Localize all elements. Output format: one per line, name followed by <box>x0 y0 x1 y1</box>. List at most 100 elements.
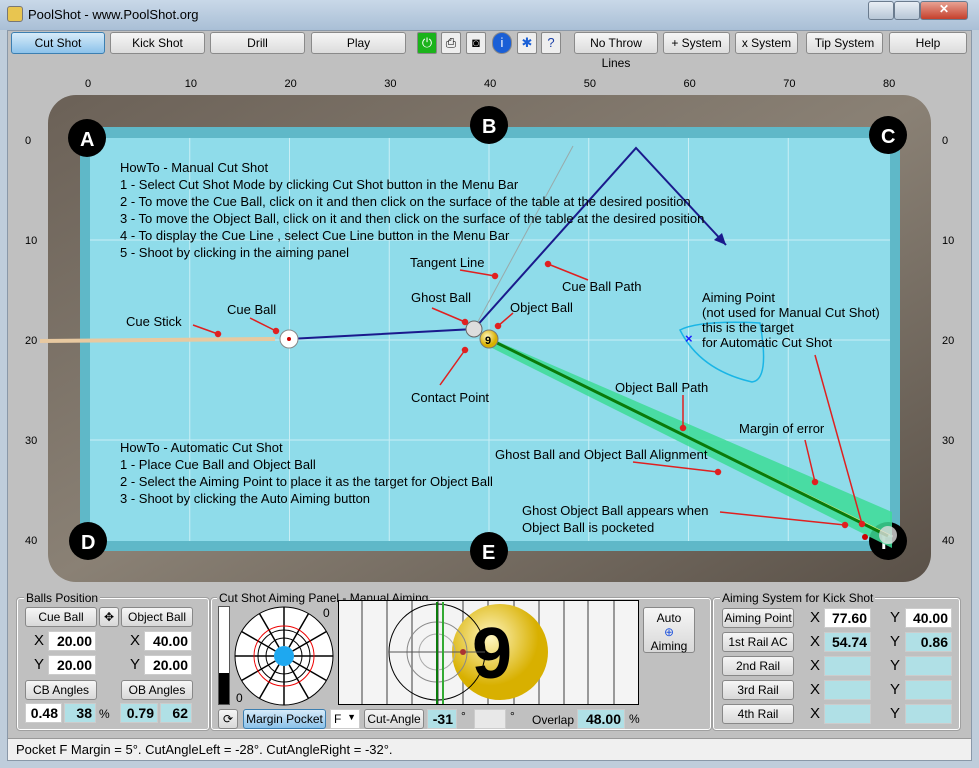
kick-y-field[interactable] <box>905 704 952 724</box>
overlap-field[interactable]: 48.00 <box>577 709 625 729</box>
kick-x-field[interactable]: 77.60 <box>824 608 871 628</box>
kick-y-field[interactable] <box>905 680 952 700</box>
blank-angle-field[interactable] <box>474 709 506 729</box>
ball-number: 9 <box>472 614 512 694</box>
text-line: Ghost Object Ball appears when <box>522 503 708 518</box>
arrowhead <box>461 346 469 354</box>
y-tick-label-right: 40 <box>942 535 954 547</box>
cut-angle-field[interactable]: -31 <box>427 709 457 729</box>
pocket-label: E <box>482 542 495 564</box>
text-line: 3 - Shoot by clicking the Auto Aiming bu… <box>120 491 370 506</box>
degree-label-2: ° <box>510 709 515 723</box>
object-ball-y-field[interactable]: 20.00 <box>144 655 192 675</box>
text-line: 5 - Shoot by clicking in the aiming pane… <box>120 245 349 260</box>
cb-angles-button[interactable]: CB Angles <box>25 680 97 700</box>
y-tick-label-left: 40 <box>25 535 37 547</box>
cut-angle-button[interactable]: Cut-Angle <box>364 709 424 729</box>
aiming-point-icon[interactable]: × <box>685 331 693 346</box>
status-bar: Pocket F Margin = 5°. CutAngleLeft = -28… <box>8 738 971 760</box>
x-tick-label: 30 <box>384 78 396 90</box>
cue-stick[interactable] <box>39 337 276 343</box>
arrowhead <box>811 478 819 486</box>
auto-label: Auto <box>656 611 682 625</box>
label-cue-ball: Cue Ball <box>227 302 276 317</box>
pocket-label: B <box>482 116 496 138</box>
auto-aiming-button[interactable]: Auto ⊕ Aiming <box>643 607 695 653</box>
margin-pocket-button[interactable]: Margin Pocket <box>243 709 326 729</box>
label-tangent-line: Tangent Line <box>410 255 484 270</box>
refresh-icon[interactable]: ⟳ <box>218 709 238 729</box>
kick-x-field[interactable] <box>824 680 871 700</box>
y-tick-label-left: 10 <box>25 235 37 247</box>
pool-table[interactable]: 0 10 20 30 40 50 60 70 80 0 0 10 10 20 20 30 30 40 40 A B C D… <box>0 0 979 590</box>
arrowhead <box>841 521 849 529</box>
kick-x-label: X <box>810 609 821 626</box>
kick-x-field[interactable]: 54.74 <box>824 632 871 652</box>
x-tick-label: 50 <box>584 78 596 90</box>
cue-ball-center <box>287 337 291 341</box>
cb-y-label: Y <box>34 656 45 673</box>
y-tick-label-left: 0 <box>25 135 31 147</box>
kick-y-field[interactable] <box>905 656 952 676</box>
overlap-view[interactable]: 9 <box>338 600 640 706</box>
label-object-ball: Object Ball <box>510 300 573 315</box>
text-line: 4 - To display the Cue Line , select Cue… <box>120 228 510 243</box>
pocket-label: C <box>881 126 895 148</box>
kick-row-button[interactable]: 3rd Rail <box>722 680 794 700</box>
text-line: HowTo - Automatic Cut Shot <box>120 440 283 455</box>
kick-x-field[interactable] <box>824 656 871 676</box>
arrowhead <box>491 272 499 280</box>
overlap-percent: % <box>629 712 640 726</box>
label-contact-point: Contact Point <box>411 390 489 405</box>
kick-y-field[interactable]: 40.00 <box>905 608 952 628</box>
text-line: 1 - Place Cue Ball and Object Ball <box>120 457 316 472</box>
y-tick-label-right: 0 <box>942 135 948 147</box>
text-line: Object Ball is pocketed <box>522 520 654 535</box>
text-line: HowTo - Manual Cut Shot <box>120 160 269 175</box>
kick-x-label: X <box>810 705 821 722</box>
arrowhead <box>714 468 722 476</box>
arrowhead <box>272 327 280 335</box>
ghost-ball <box>465 320 483 338</box>
kick-x-field[interactable] <box>824 704 871 724</box>
kick-y-label: Y <box>890 705 901 722</box>
label-ghost-ball: Ghost Ball <box>411 290 471 305</box>
cue-tip-selector[interactable] <box>233 605 335 707</box>
ob-angles-button[interactable]: OB Angles <box>121 680 193 700</box>
crosshair-icon: ⊕ <box>663 625 675 639</box>
power-bar[interactable] <box>218 606 230 705</box>
pocket-target-dot <box>862 534 868 540</box>
kick-x-label: X <box>810 633 821 650</box>
kick-system-title: Aiming System for Kick Shot <box>720 591 876 605</box>
pocket-select[interactable]: F ▼ <box>330 709 360 729</box>
kick-row-button[interactable]: Aiming Point <box>722 608 794 628</box>
x-tick-label: 40 <box>484 78 496 90</box>
x-tick-label: 80 <box>883 78 895 90</box>
move-icon[interactable]: ✥ <box>99 607 119 627</box>
object-ball-button[interactable]: Object Ball <box>121 607 193 627</box>
text-line: (not used for Manual Cut Shot) <box>702 305 880 320</box>
object-ball-x-field[interactable]: 40.00 <box>144 631 192 651</box>
ob-percent-value: 62 <box>160 703 192 723</box>
kick-y-label: Y <box>890 657 901 674</box>
cue-ball-button[interactable]: Cue Ball <box>25 607 97 627</box>
text-line: 3 - To move the Object Ball, click on it… <box>120 211 704 226</box>
x-tick-label: 70 <box>783 78 795 90</box>
kick-y-label: Y <box>890 609 901 626</box>
text-line: Aiming Point <box>702 290 775 305</box>
kick-row-button[interactable]: 4th Rail <box>722 704 794 724</box>
label-cue-stick: Cue Stick <box>126 314 182 329</box>
cue-ball-x-field[interactable]: 20.00 <box>48 631 96 651</box>
cue-ball-y-field[interactable]: 20.00 <box>48 655 96 675</box>
pocket-label: A <box>80 129 94 151</box>
text-line: 2 - To move the Cue Ball, click on it an… <box>120 194 691 209</box>
label-cue-ball-path: Cue Ball Path <box>562 279 642 294</box>
text-line: 2 - Select the Aiming Point to place it … <box>120 474 493 489</box>
kick-row-button[interactable]: 2nd Rail <box>722 656 794 676</box>
kick-row-button[interactable]: 1st Rail AC <box>722 632 794 652</box>
kick-y-label: Y <box>890 633 901 650</box>
arrowhead <box>544 260 552 268</box>
cb-x-label: X <box>34 632 45 649</box>
kick-y-field[interactable]: 0.86 <box>905 632 952 652</box>
ghost-object-ball <box>879 526 897 544</box>
